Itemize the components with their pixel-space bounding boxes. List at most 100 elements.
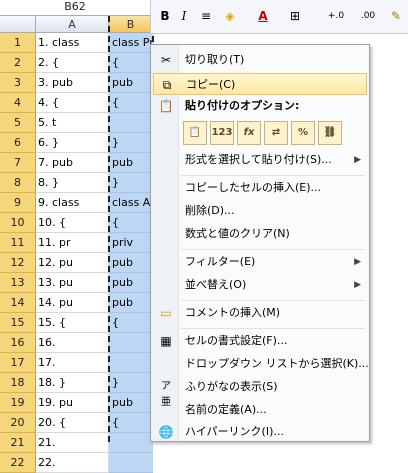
submenu-arrow-icon: ▶: [354, 257, 361, 267]
cell-a[interactable]: 11. pr: [36, 233, 109, 253]
column-header-a[interactable]: A: [36, 16, 109, 33]
menu-item-filter[interactable]: フィルター(E) ▶: [153, 251, 367, 273]
select-all-corner[interactable]: [0, 16, 36, 33]
borders-icon[interactable]: ⊞: [285, 6, 305, 26]
paste-icon[interactable]: 📋: [183, 121, 207, 145]
paste-link-icon[interactable]: ⛓: [318, 121, 342, 145]
cell-a[interactable]: 20. {: [36, 413, 109, 433]
decrease-decimal-button[interactable]: .00: [353, 6, 383, 26]
row-header[interactable]: 17: [0, 353, 36, 373]
cell-b[interactable]: {: [109, 313, 153, 333]
cell-a[interactable]: 10. {: [36, 213, 109, 233]
row-header[interactable]: 16: [0, 333, 36, 353]
cell-b[interactable]: [109, 333, 153, 353]
menu-item-paste-special[interactable]: 形式を選択して貼り付け(S)... ▶: [153, 149, 367, 171]
cell-b[interactable]: priv: [109, 233, 153, 253]
row-header[interactable]: 1: [0, 33, 36, 53]
cell-b[interactable]: {: [109, 93, 153, 113]
menu-item-define-name[interactable]: 名前の定義(A)...: [153, 399, 367, 421]
menu-item-delete[interactable]: 削除(D)...: [153, 200, 367, 222]
cell-a[interactable]: 22.: [36, 453, 109, 473]
cell-b[interactable]: pub: [109, 253, 153, 273]
cell-a[interactable]: 16.: [36, 333, 109, 353]
paste-transpose-icon[interactable]: ⇄: [264, 121, 288, 145]
cell-b[interactable]: class Progr: [109, 33, 153, 53]
row-header[interactable]: 20: [0, 413, 36, 433]
menu-item-copy[interactable]: ⧉ コピー(C): [153, 73, 367, 95]
italic-button[interactable]: I: [176, 6, 192, 26]
font-color-icon[interactable]: A: [253, 6, 273, 26]
fill-color-icon[interactable]: ◈: [219, 6, 241, 26]
row-header[interactable]: 21: [0, 433, 36, 453]
cell-a[interactable]: 18. }: [36, 373, 109, 393]
cell-a[interactable]: 14. pu: [36, 293, 109, 313]
format-painter-icon[interactable]: ✎: [387, 6, 405, 26]
menu-item-hyperlink[interactable]: 🌐 ハイパーリンク(I)...: [153, 421, 367, 443]
row-header[interactable]: 15: [0, 313, 36, 333]
row-header[interactable]: 18: [0, 373, 36, 393]
row-header[interactable]: 6: [0, 133, 36, 153]
cell-b[interactable]: }: [109, 133, 153, 153]
row-header[interactable]: 5: [0, 113, 36, 133]
row-header[interactable]: 7: [0, 153, 36, 173]
menu-item-insert-comment[interactable]: ▭ コメントの挿入(M): [153, 302, 367, 324]
cell-b[interactable]: {: [109, 213, 153, 233]
cell-b[interactable]: {: [109, 413, 153, 433]
cell-b[interactable]: pub: [109, 293, 153, 313]
center-align-button[interactable]: ≡: [197, 6, 215, 26]
cell-a[interactable]: 2. {: [36, 53, 109, 73]
row-header[interactable]: 8: [0, 173, 36, 193]
menu-item-cut[interactable]: ✂ 切り取り(T): [153, 49, 367, 71]
paste-values-icon[interactable]: 123: [210, 121, 234, 145]
menu-item-phonetic[interactable]: ア亜 ふりがなの表示(S): [153, 376, 367, 408]
menu-item-sort[interactable]: 並べ替え(O) ▶: [153, 274, 367, 296]
cell-a[interactable]: 9. class: [36, 193, 109, 213]
cell-a[interactable]: 7. pub: [36, 153, 109, 173]
cell-a[interactable]: 8. }: [36, 173, 109, 193]
menu-item-insert-copied[interactable]: コピーしたセルの挿入(E)...: [153, 177, 367, 199]
cell-b[interactable]: }: [109, 173, 153, 193]
cell-b[interactable]: {: [109, 53, 153, 73]
menu-item-dropdown-pick[interactable]: ドロップダウン リストから選択(K)...: [153, 353, 369, 375]
cell-a[interactable]: 17.: [36, 353, 109, 373]
row-header[interactable]: 12: [0, 253, 36, 273]
row-header[interactable]: 9: [0, 193, 36, 213]
cell-a[interactable]: 15. {: [36, 313, 109, 333]
row-header[interactable]: 10: [0, 213, 36, 233]
cell-a[interactable]: 21.: [36, 433, 109, 453]
cell-b[interactable]: [109, 353, 153, 373]
row-header[interactable]: 13: [0, 273, 36, 293]
cell-b[interactable]: [109, 113, 153, 133]
row-header[interactable]: 11: [0, 233, 36, 253]
column-header-b[interactable]: B: [109, 16, 153, 33]
row-header[interactable]: 4: [0, 93, 36, 113]
bold-button[interactable]: B: [157, 6, 173, 26]
row-header[interactable]: 19: [0, 393, 36, 413]
cell-a[interactable]: 3. pub: [36, 73, 109, 93]
cell-a[interactable]: 5. t: [36, 113, 109, 133]
cell-b[interactable]: pub: [109, 73, 153, 93]
menu-item-format-cells[interactable]: ▦ セルの書式設定(F)...: [153, 330, 367, 352]
cell-b[interactable]: pub: [109, 393, 153, 413]
paste-formatting-icon[interactable]: %: [291, 121, 315, 145]
cell-a[interactable]: 6. }: [36, 133, 109, 153]
menu-item-clear[interactable]: 数式と値のクリア(N): [153, 223, 367, 245]
cell-b[interactable]: [109, 433, 153, 453]
cell-a[interactable]: 4. {: [36, 93, 109, 113]
cell-a[interactable]: 12. pu: [36, 253, 109, 273]
row-header[interactable]: 3: [0, 73, 36, 93]
name-box[interactable]: B62: [0, 0, 150, 16]
row-header[interactable]: 22: [0, 453, 36, 473]
cell-a[interactable]: 13. pu: [36, 273, 109, 293]
row-header[interactable]: 14: [0, 293, 36, 313]
cell-b[interactable]: class A: [109, 193, 153, 213]
cell-b[interactable]: }: [109, 373, 153, 393]
cell-a[interactable]: 19. pu: [36, 393, 109, 413]
row-header[interactable]: 2: [0, 53, 36, 73]
cell-b[interactable]: [109, 453, 153, 473]
increase-decimal-button[interactable]: +.0: [321, 6, 351, 26]
paste-formulas-icon[interactable]: fx: [237, 121, 261, 145]
cell-b[interactable]: pub: [109, 153, 153, 173]
cell-b[interactable]: pub: [109, 273, 153, 293]
cell-a[interactable]: 1. class: [36, 33, 109, 53]
